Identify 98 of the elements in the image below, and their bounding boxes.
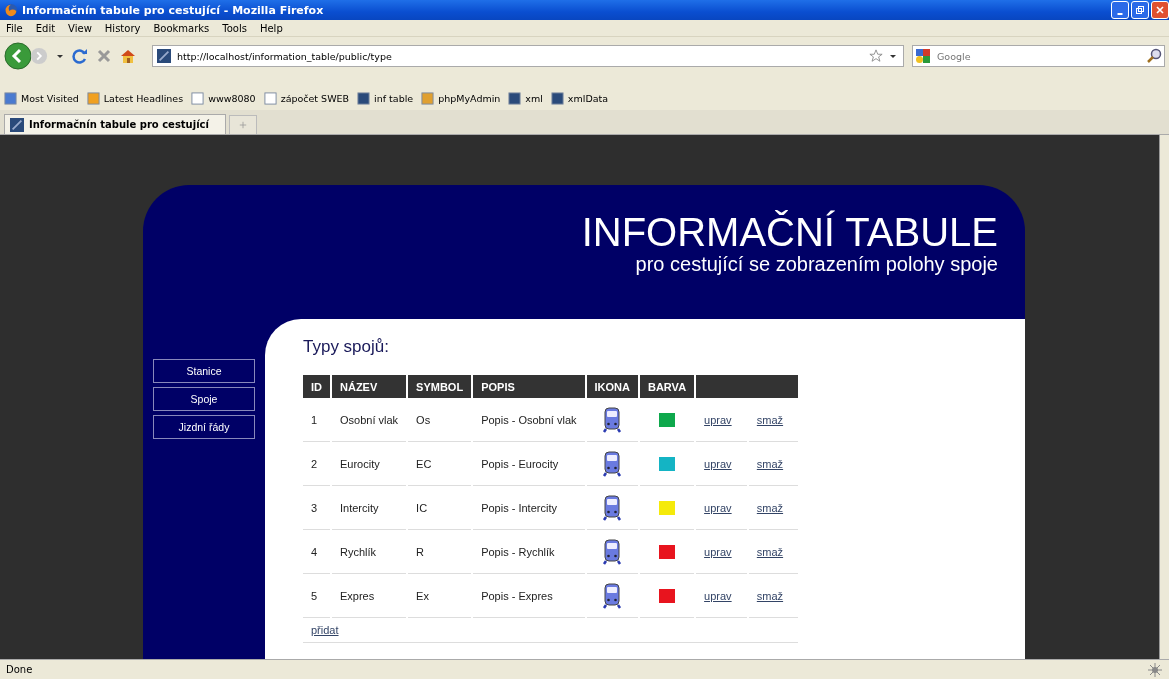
nav-button[interactable]: Stanice	[153, 359, 255, 383]
delete-link[interactable]: smaž	[756, 501, 784, 514]
table-cell: Os	[408, 398, 472, 442]
table-cell: Rychlík	[332, 530, 407, 574]
column-header: ID	[303, 375, 330, 398]
window-title: Informačnín tabule pro cestující - Mozilla Firefox	[22, 3, 325, 17]
back-icon[interactable]	[4, 42, 32, 70]
menu-item[interactable]: Tools	[222, 22, 247, 34]
nav-button[interactable]: Spoje	[153, 387, 255, 411]
page-title: INFORMAČNÍ TABULE	[580, 211, 998, 253]
addon-icon	[1147, 661, 1163, 678]
table-cell: Eurocity	[332, 442, 407, 486]
nav-button[interactable]: Jizdní řády	[153, 415, 255, 439]
bookmark-icon	[508, 92, 522, 105]
edit-link[interactable]: uprav	[704, 545, 732, 558]
table-cell: 2	[303, 442, 330, 486]
dropdown-arrow-icon[interactable]	[56, 52, 64, 60]
page-icon	[263, 92, 277, 105]
column-header: POPIS	[473, 375, 585, 398]
table-cell: Expres	[332, 574, 407, 618]
edit-link[interactable]: uprav	[704, 413, 732, 426]
section-heading: Typy spojů:	[303, 337, 390, 357]
edit-link[interactable]: uprav	[704, 589, 732, 602]
menu-item[interactable]: Bookmarks	[153, 22, 210, 34]
address-field[interactable]: http://localhost/information_table/public/type	[152, 45, 904, 67]
column-header: SYMBOL	[408, 375, 472, 398]
home-icon[interactable]	[120, 48, 136, 64]
menu-item[interactable]: Help	[259, 22, 283, 34]
table-cell: IC	[408, 486, 472, 530]
menu-item[interactable]: Edit	[35, 22, 56, 34]
bookmark-item[interactable]: Latest Headlines	[86, 92, 184, 105]
bookmark-item[interactable]: xml	[508, 92, 543, 105]
bookmark-item[interactable]: Most Visited	[4, 92, 79, 105]
menu-item[interactable]: History	[104, 22, 141, 34]
restore-button[interactable]	[1131, 1, 1149, 19]
table-cell: Popis - Intercity	[473, 486, 585, 530]
column-header: NÁZEV	[332, 375, 407, 398]
restore-icon	[1135, 5, 1145, 15]
table-cell: EC	[408, 442, 472, 486]
bookmark-item[interactable]: xmlData	[550, 92, 609, 105]
browser-logo-icon	[4, 3, 18, 17]
table-cell: Popis - Rychlík	[473, 530, 585, 574]
train-icon	[602, 450, 623, 477]
search-engine-icon[interactable]	[915, 48, 931, 64]
delete-link[interactable]: smaž	[756, 589, 784, 602]
train-icon	[602, 582, 623, 609]
browser-tab[interactable]: Informačnín tabule pro cestující	[4, 114, 226, 134]
menu-item[interactable]: View	[68, 22, 92, 34]
page-subtitle: pro cestující se zobrazením polohy spoje	[634, 253, 998, 275]
bookmark-item[interactable]: zápočet SWEB	[263, 92, 350, 105]
column-header: BARVA	[640, 375, 695, 398]
delete-link[interactable]: smaž	[756, 457, 784, 470]
train-icon	[602, 494, 623, 521]
table-cell: Popis - Osobní vlak	[473, 398, 585, 442]
table-cell: Popis - Expres	[473, 574, 585, 618]
table-cell: Osobní vlak	[332, 398, 407, 442]
table-cell: 5	[303, 574, 330, 618]
table-cell: Popis - Eurocity	[473, 442, 585, 486]
star-icon[interactable]	[869, 49, 883, 63]
search-input[interactable]: Google	[935, 49, 1142, 63]
train-icon	[602, 406, 623, 433]
bookmark-icon	[357, 92, 371, 105]
minimize-icon	[1117, 12, 1123, 15]
table-cell: R	[408, 530, 472, 574]
plus-icon	[239, 121, 247, 129]
stop-icon[interactable]	[96, 48, 112, 64]
search-icon[interactable]	[1146, 48, 1162, 64]
minimize-button[interactable]	[1111, 1, 1129, 19]
page-icon	[191, 92, 205, 105]
table-cell: 1	[303, 398, 330, 442]
dropdown-arrow-icon[interactable]	[889, 52, 897, 60]
bookmark-icon	[4, 92, 17, 105]
menu-item[interactable]: File	[6, 22, 23, 34]
forward-icon[interactable]	[30, 47, 48, 65]
edit-link[interactable]: uprav	[704, 457, 732, 470]
bookmark-item[interactable]: inf table	[357, 92, 414, 105]
delete-link[interactable]: smaž	[756, 413, 784, 426]
column-header: IKONA	[586, 375, 638, 398]
table-cell: Intercity	[332, 486, 407, 530]
site-icon	[10, 117, 24, 132]
search-field[interactable]: Google	[912, 45, 1165, 67]
bookmark-icon	[550, 92, 564, 105]
train-icon	[602, 538, 623, 565]
delete-link[interactable]: smaž	[756, 545, 784, 558]
close-button[interactable]	[1151, 1, 1169, 19]
reload-icon[interactable]	[72, 48, 88, 64]
bookmark-icon	[421, 92, 435, 105]
add-link[interactable]: přidat	[311, 624, 339, 636]
table-cell: 3	[303, 486, 330, 530]
bookmark-item[interactable]: www8080	[191, 92, 256, 105]
edit-link[interactable]: uprav	[704, 501, 732, 514]
feed-icon	[86, 92, 100, 105]
table-cell: Ex	[408, 574, 472, 618]
bookmark-item[interactable]: phpMyAdmin	[421, 92, 501, 105]
table-cell: 4	[303, 530, 330, 574]
site-icon	[157, 49, 171, 63]
close-icon	[1155, 5, 1165, 15]
status-text: Done	[6, 664, 33, 675]
